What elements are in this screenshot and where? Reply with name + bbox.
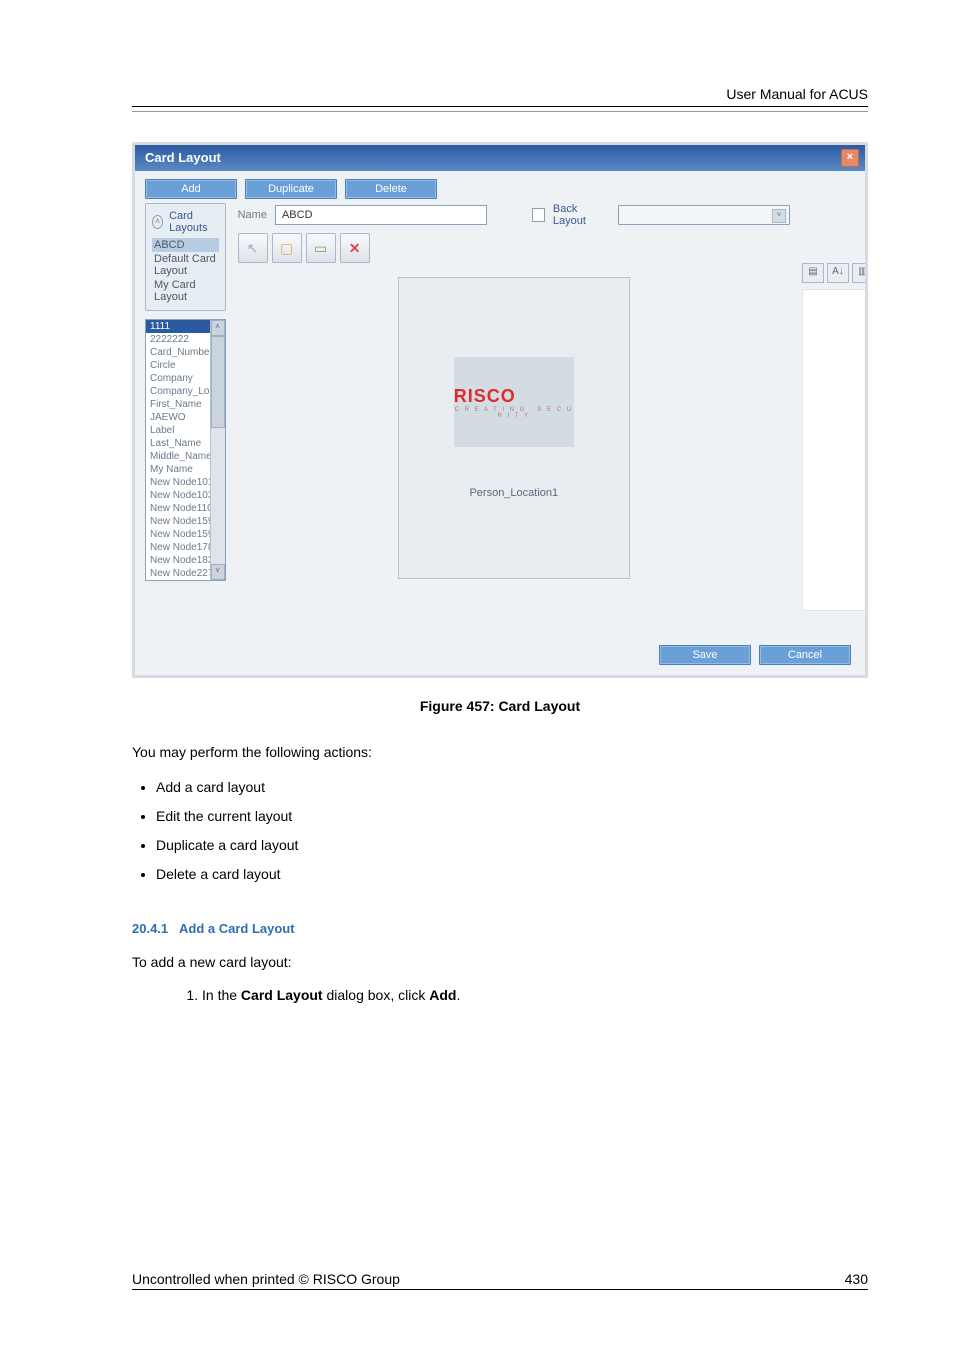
tool-pointer-button[interactable]: ↖ (238, 233, 268, 263)
risco-logo: RISCOC R E A T I N G S E C U R I T Y (454, 386, 574, 419)
figure-caption: Figure 457: Card Layout (132, 698, 868, 714)
dialog-titlebar: Card Layout × (135, 145, 865, 171)
scroll-thumb[interactable] (211, 336, 225, 428)
duplicate-button[interactable]: Duplicate (245, 179, 337, 199)
back-layout-dropdown[interactable]: ˅ (618, 205, 790, 225)
prop-sort-button[interactable]: A↓ (827, 263, 849, 283)
footer-copyright: Uncontrolled when printed © RISCO Group (132, 1271, 400, 1287)
tree-item[interactable]: My Card Layout (152, 278, 219, 304)
list-item: Edit the current layout (156, 806, 868, 827)
card-preview: RISCOC R E A T I N G S E C U R I T Y Per… (398, 277, 630, 579)
tool-file-button[interactable]: ▢ (272, 233, 302, 263)
back-layout-label: Back Layout (553, 203, 610, 227)
tree-item[interactable]: ABCD (152, 238, 219, 252)
actions-intro: You may perform the following actions: (132, 742, 868, 763)
card-layouts-tree[interactable]: ˄Card Layouts ABCD Default Card Layout M… (145, 203, 226, 311)
cancel-button[interactable]: Cancel (759, 645, 851, 665)
prop-pages-button[interactable]: ▥ (852, 263, 868, 283)
list-item: Delete a card layout (156, 864, 868, 885)
save-button[interactable]: Save (659, 645, 751, 665)
actions-list: Add a card layout Edit the current layou… (132, 777, 868, 885)
list-item: Add a card layout (156, 777, 868, 798)
section-heading: 20.4.1 Add a Card Layout (132, 921, 868, 936)
add-button[interactable]: Add (145, 179, 237, 199)
page-header: User Manual for ACUS (132, 86, 868, 106)
fields-listbox[interactable]: 1111 2222222 Card_Number Circle Company … (145, 319, 226, 581)
delete-button[interactable]: Delete (345, 179, 437, 199)
dialog-title: Card Layout (145, 150, 221, 165)
scroll-up-icon[interactable]: ˄ (211, 320, 225, 336)
card-layout-dialog: Card Layout × Add Duplicate Delete ˄Card… (132, 142, 868, 678)
name-input[interactable]: ABCD (275, 205, 487, 225)
back-layout-checkbox[interactable] (532, 208, 545, 222)
scroll-down-icon[interactable]: ˅ (211, 564, 225, 580)
tool-delete-button[interactable]: ✕ (340, 233, 370, 263)
tool-shape-button[interactable]: ▭ (306, 233, 336, 263)
scrollbar[interactable]: ˄ ˅ (210, 320, 225, 580)
card-logo-placeholder: RISCOC R E A T I N G S E C U R I T Y (454, 357, 574, 447)
footer-page-number: 430 (845, 1271, 868, 1287)
chevron-down-icon: ˅ (772, 209, 786, 223)
add-intro: To add a new card layout: (132, 952, 868, 973)
card-field-label: Person_Location1 (469, 487, 558, 499)
step-item: In the Card Layout dialog box, click Add… (202, 987, 868, 1003)
prop-categorize-button[interactable]: ▤ (802, 263, 824, 283)
list-item: Duplicate a card layout (156, 835, 868, 856)
name-label: Name (238, 209, 267, 221)
tree-item[interactable]: Default Card Layout (152, 252, 219, 278)
close-icon[interactable]: × (841, 149, 859, 167)
list-item[interactable]: New Node269 (146, 580, 225, 581)
collapse-icon[interactable]: ˄ (152, 215, 163, 229)
property-grid[interactable] (802, 289, 868, 611)
